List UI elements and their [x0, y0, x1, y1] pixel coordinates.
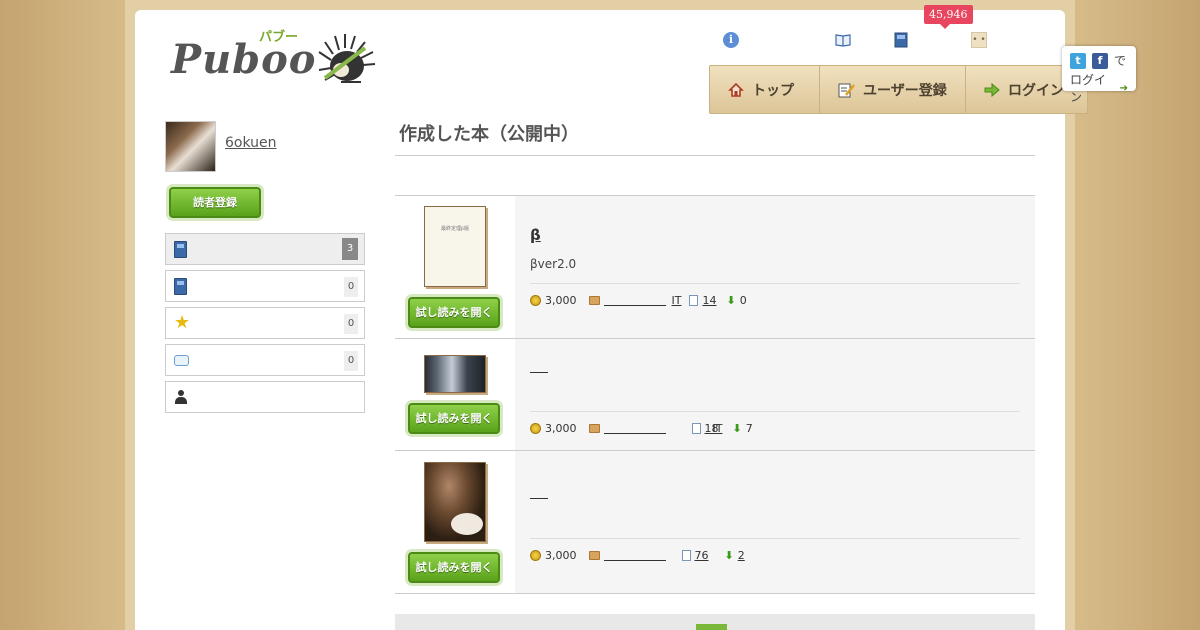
- book-title-link[interactable]: β: [530, 226, 541, 244]
- sidebar-item-published-books[interactable]: 3: [165, 233, 365, 265]
- book-cover-column: 試し読みを開く: [395, 339, 515, 450]
- coin-icon: [530, 550, 541, 561]
- sidebar-count: 0: [344, 314, 358, 334]
- pencil-note-icon: [838, 83, 855, 97]
- folder-icon: [588, 424, 600, 433]
- book-cover[interactable]: 最終定理β版: [424, 206, 486, 287]
- green-arrow-icon: ➔: [1119, 82, 1128, 94]
- notification-counter[interactable]: 45,946: [924, 5, 973, 29]
- nav-top-label: トップ: [752, 82, 794, 99]
- comment-icon: [174, 354, 189, 366]
- try-read-button[interactable]: 試し読みを開く: [408, 403, 500, 434]
- arrow-right-icon: [984, 82, 1000, 97]
- download-icon: ⬇: [732, 422, 742, 435]
- reader-subscribe-button[interactable]: 読者登録: [169, 187, 261, 218]
- book-cover[interactable]: [424, 462, 486, 542]
- book-row: 試し読みを開く 3,000 18 IT ⬇ 7: [395, 339, 1035, 451]
- category-label[interactable]: IT: [713, 422, 723, 435]
- download-count[interactable]: 2: [738, 549, 745, 562]
- book-cover-column: 最終定理β版 試し読みを開く: [395, 196, 515, 338]
- twitter-icon[interactable]: t: [1070, 52, 1086, 69]
- sidebar-count: 0: [344, 277, 358, 297]
- folder-icon: [588, 551, 600, 560]
- category-link[interactable]: [603, 423, 666, 434]
- social-login-label: ログイン: [1070, 73, 1107, 104]
- download-icon: ⬇: [726, 294, 736, 307]
- info-divider: [530, 538, 1020, 539]
- book-cover[interactable]: [424, 355, 486, 393]
- book-icon: [174, 277, 187, 295]
- book-title-link[interactable]: [530, 487, 548, 499]
- page-container: Puboo パブー i 45,946 • • トップ ユーザー登録 ログイン t…: [135, 5, 1136, 630]
- try-read-button[interactable]: 試し読みを開く: [408, 552, 500, 583]
- face-icon[interactable]: • •: [971, 32, 987, 48]
- sidebar-item-comments[interactable]: 0: [165, 344, 365, 376]
- book-meta: 3,000 18 IT ⬇ 7: [530, 422, 753, 435]
- social-login-popup: t f で ログイン ➔: [1062, 46, 1136, 104]
- open-book-icon[interactable]: [835, 32, 851, 48]
- sidebar-menu: 3 0 ★ 0 0: [165, 233, 365, 418]
- book-list: 最終定理β版 試し読みを開く β βver2.0 3,000 IT 14 ⬇ 0: [395, 195, 1035, 594]
- folder-icon: [588, 296, 600, 305]
- book-meta: 3,000 76 ⬇ 2: [530, 549, 745, 562]
- book-subtitle: βver2.0: [530, 257, 577, 271]
- book-meta: 3,000 IT 14 ⬇ 0: [530, 294, 747, 307]
- download-count: 7: [745, 422, 753, 435]
- book-title-link[interactable]: [530, 361, 548, 373]
- book-price: 3,000: [545, 422, 577, 435]
- download-icon: ⬇: [724, 549, 734, 562]
- book-price: 3,000: [545, 294, 577, 307]
- pagination: [395, 614, 1035, 630]
- page-title: 作成した本（公開中）: [399, 124, 579, 145]
- main-nav: トップ ユーザー登録 ログイン: [709, 65, 1088, 114]
- share-suffix: で: [1114, 54, 1127, 68]
- info-divider: [530, 411, 1020, 412]
- facebook-icon[interactable]: f: [1092, 52, 1108, 69]
- coin-icon: [530, 423, 541, 434]
- user-avatar[interactable]: [165, 121, 216, 172]
- logo-kana: パブー: [259, 30, 299, 45]
- book-cover-column: 試し読みを開く: [395, 451, 515, 593]
- coin-icon: [530, 295, 541, 306]
- category-label[interactable]: IT: [672, 294, 682, 307]
- try-read-button[interactable]: 試し読みを開く: [408, 297, 500, 328]
- page-count[interactable]: 14: [702, 294, 716, 307]
- book-info: β βver2.0 3,000 IT 14 ⬇ 0: [515, 196, 1035, 338]
- book-price: 3,000: [545, 549, 577, 562]
- house-icon: [728, 82, 744, 97]
- nav-top[interactable]: トップ: [710, 66, 820, 113]
- info-icon[interactable]: i: [723, 32, 739, 48]
- nav-login-label: ログイン: [1008, 82, 1064, 99]
- book-info: 3,000 76 ⬇ 2: [515, 451, 1035, 593]
- category-link[interactable]: [603, 550, 666, 561]
- title-divider: [395, 155, 1035, 156]
- sidebar-count: 3: [342, 238, 358, 260]
- hedgehog-icon: [318, 34, 376, 83]
- person-icon: [174, 390, 188, 404]
- cover-title-text: 最終定理β版: [441, 226, 469, 232]
- sidebar-item-favorites[interactable]: ★ 0: [165, 307, 365, 339]
- page-icon: [691, 423, 701, 434]
- social-login-link[interactable]: ログイン ➔: [1070, 71, 1128, 105]
- page-icon: [681, 550, 691, 561]
- site-logo[interactable]: Puboo パブー: [171, 26, 376, 86]
- notebook-icon[interactable]: [893, 32, 909, 48]
- sidebar-count: 0: [344, 351, 358, 371]
- book-info: 3,000 18 IT ⬇ 7: [515, 339, 1035, 450]
- info-divider: [530, 283, 1020, 284]
- category-link[interactable]: [603, 295, 666, 306]
- nav-register-label: ユーザー登録: [863, 82, 947, 99]
- page-icon: [689, 295, 699, 306]
- book-icon: [174, 240, 187, 258]
- download-count: 0: [739, 294, 747, 307]
- page-count[interactable]: 76: [695, 549, 709, 562]
- sidebar-item-books[interactable]: 0: [165, 270, 365, 302]
- nav-register[interactable]: ユーザー登録: [820, 66, 966, 113]
- username-link[interactable]: 6okuen: [225, 135, 277, 151]
- star-icon: ★: [174, 312, 191, 333]
- book-row: 試し読みを開く 3,000 76 ⬇ 2: [395, 451, 1035, 594]
- sidebar-item-profile[interactable]: [165, 381, 365, 413]
- book-row: 最終定理β版 試し読みを開く β βver2.0 3,000 IT 14 ⬇ 0: [395, 196, 1035, 339]
- current-page-indicator[interactable]: [696, 624, 727, 630]
